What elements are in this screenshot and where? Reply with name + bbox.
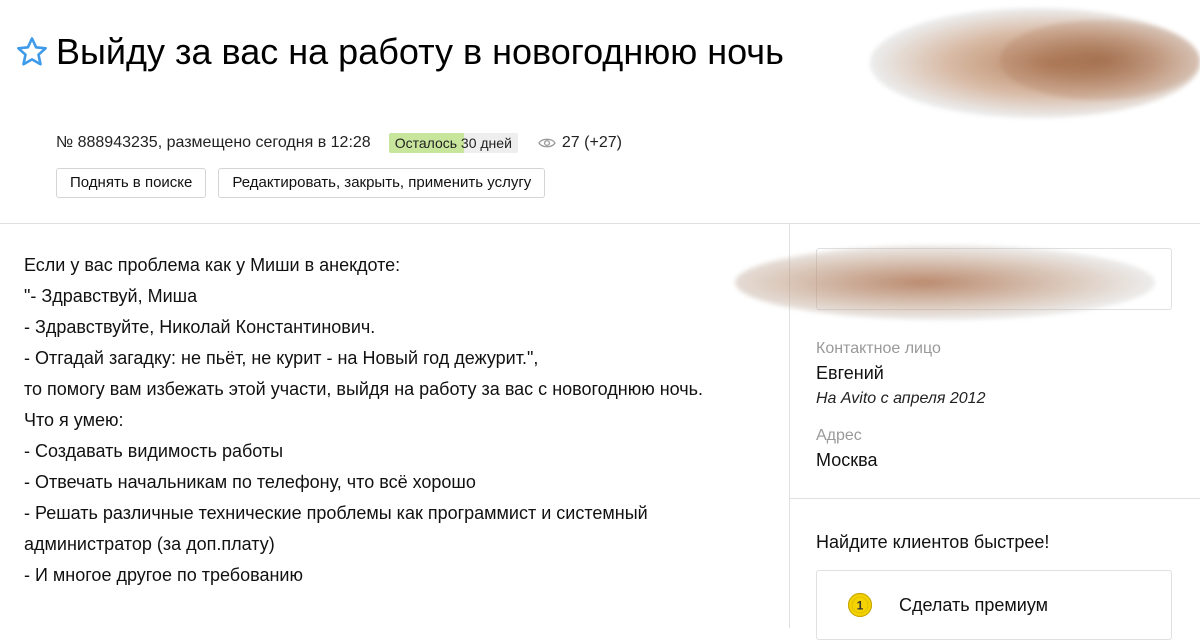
member-since: На Avito с апреля 2012 <box>816 390 986 407</box>
description-line: - Отвечать начальникам по телефону, что … <box>24 472 476 492</box>
listing-number-date: № 888943235, размещено сегодня в 12:28 <box>56 134 371 151</box>
description-line: Если у вас проблема как у Миши в анекдот… <box>24 255 401 275</box>
address-label: Адрес <box>816 427 862 444</box>
description-line: - Создавать видимость работы <box>24 441 284 461</box>
listing-meta: № 888943235, размещено сегодня в 12:28 О… <box>56 132 622 154</box>
description-line: то помогу вам избежать этой участи, выйд… <box>24 379 704 399</box>
description-line: - Здравствуйте, Николай Константинович. <box>24 317 376 337</box>
description-line: - И многое другое по требованию <box>24 565 303 585</box>
contact-name[interactable]: Евгений <box>816 363 884 384</box>
promo-title: Найдите клиентов быстрее! <box>816 532 1050 552</box>
listing-description: Если у вас проблема как у Миши в анекдот… <box>24 250 764 591</box>
coin-icon: 1 <box>847 592 873 618</box>
sidebar-divider <box>790 498 1200 499</box>
raise-in-search-button[interactable]: Поднять в поиске <box>56 168 207 198</box>
premium-label: Сделать премиум <box>899 594 1049 615</box>
redacted-phone <box>735 245 1155 320</box>
description-line: Что я умею: <box>24 410 124 430</box>
description-line: "- Здравствуй, Миша <box>24 286 198 306</box>
description-line: - Решать различные технические проблемы … <box>24 503 648 554</box>
star-icon[interactable] <box>16 36 48 68</box>
make-premium-button[interactable]: 1 Сделать премиум <box>816 570 1172 640</box>
redacted-area <box>1000 20 1200 100</box>
page-title: Выйду за вас на работу в новогоднюю ночь <box>56 31 784 72</box>
description-line: - Отгадай загадку: не пьёт, не курит - н… <box>24 348 539 368</box>
edit-close-apply-button[interactable]: Редактировать, закрыть, применить услугу <box>218 168 546 198</box>
contact-label: Контактное лицо <box>816 340 941 357</box>
views-counter: 27 (+27) <box>538 134 622 152</box>
eye-icon <box>538 138 556 148</box>
address-value: Москва <box>816 450 878 470</box>
premium-badge-number: 1 <box>857 599 864 613</box>
days-left-badge: Осталось 30 дней <box>388 133 518 153</box>
views-count: 27 (+27) <box>561 134 622 151</box>
listing-actions: Поднять в поиске Редактировать, закрыть,… <box>56 168 546 198</box>
